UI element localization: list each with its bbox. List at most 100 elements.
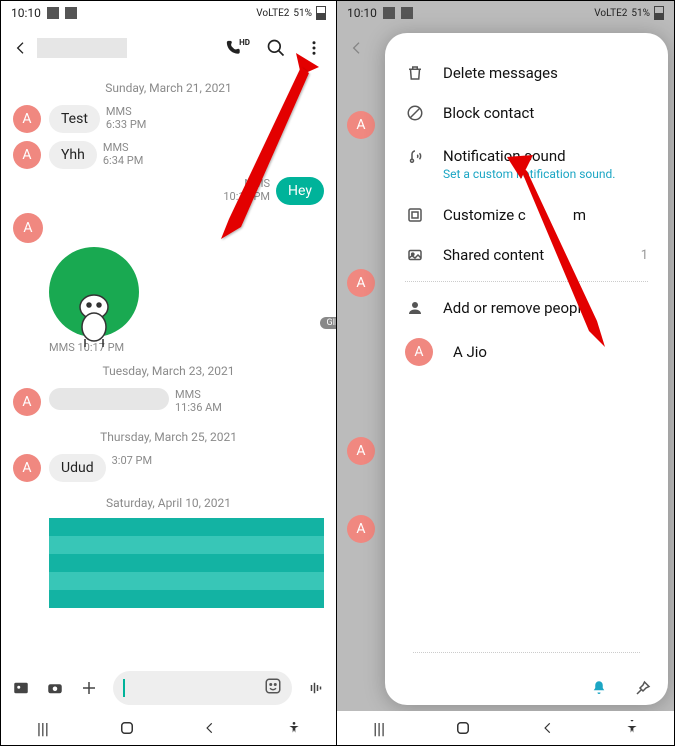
divider xyxy=(413,652,640,653)
message-meta: MMS 11:36 AM xyxy=(175,388,222,414)
customize-icon xyxy=(405,205,425,225)
date-header: Tuesday, March 23, 2021 xyxy=(1,364,336,378)
avatar: A xyxy=(347,437,375,465)
contact-name-redacted xyxy=(37,38,127,58)
status-bar: 10:10 VoLTE2 51% xyxy=(1,1,336,25)
status-icon xyxy=(401,7,413,19)
media-message-redacted[interactable] xyxy=(49,518,324,608)
shared-count: 1 xyxy=(641,248,648,263)
accessibility-button[interactable] xyxy=(621,717,643,739)
menu-label: Notification sound xyxy=(443,147,615,165)
back-button[interactable] xyxy=(9,36,33,60)
pin-button[interactable] xyxy=(632,677,654,699)
message-input[interactable] xyxy=(113,671,292,705)
recents-button[interactable]: ||| xyxy=(368,717,390,739)
message-bubble-redacted[interactable] xyxy=(49,388,169,410)
status-icon xyxy=(383,7,395,19)
status-battery-pct: 51% xyxy=(293,8,312,19)
menu-person-row[interactable]: A A Jio xyxy=(391,328,662,376)
emoji-button[interactable] xyxy=(264,677,282,699)
menu-delete-messages[interactable]: Delete messages xyxy=(391,53,662,93)
add-button[interactable] xyxy=(79,678,99,698)
hd-badge: HD xyxy=(239,38,250,47)
status-network: VoLTE2 xyxy=(594,8,627,19)
date-header: Saturday, April 10, 2021 xyxy=(1,496,336,510)
message-row[interactable]: A Yhh MMS 6:34 PM xyxy=(1,137,336,173)
call-hd-button[interactable]: HD xyxy=(224,34,252,62)
more-menu-button[interactable] xyxy=(300,34,328,62)
status-time: 10:10 xyxy=(347,6,377,20)
menu-label: Block contact xyxy=(443,104,534,122)
battery-icon xyxy=(316,6,326,20)
message-bubble[interactable]: Udud xyxy=(49,454,106,482)
sticker-message[interactable]: GIF xyxy=(49,247,336,337)
bell-button[interactable] xyxy=(588,677,610,699)
message-row[interactable]: A xyxy=(1,209,336,247)
composer xyxy=(1,665,336,711)
home-button[interactable] xyxy=(116,717,138,739)
shared-icon xyxy=(405,245,425,265)
person-icon xyxy=(405,298,425,318)
message-row-outgoing[interactable]: MMS 10:17 PM Hey xyxy=(1,173,336,209)
message-meta: MMS 6:33 PM xyxy=(106,105,146,131)
accessibility-button[interactable] xyxy=(283,717,305,739)
back-button xyxy=(345,36,369,60)
avatar[interactable]: A xyxy=(13,105,41,133)
message-bubble-sent[interactable]: Hey xyxy=(276,177,324,205)
menu-sublabel: Set a custom notification sound. xyxy=(443,167,615,181)
menu-notification-sound[interactable]: Notification sound Set a custom notifica… xyxy=(391,133,662,195)
gif-badge: GIF xyxy=(320,317,336,329)
background-chat: A A A A xyxy=(337,71,385,543)
block-icon xyxy=(405,103,425,123)
recents-button[interactable]: ||| xyxy=(32,717,54,739)
message-meta: 3:07 PM xyxy=(112,454,152,467)
avatar: A xyxy=(347,111,375,139)
status-icon xyxy=(47,7,59,19)
back-nav-button[interactable] xyxy=(537,717,559,739)
message-bubble[interactable]: Test xyxy=(49,105,100,133)
conversation-menu-sheet: Delete messages Block contact Notificati… xyxy=(385,33,668,705)
search-button[interactable] xyxy=(262,34,290,62)
avatar: A xyxy=(347,269,375,297)
back-nav-button[interactable] xyxy=(199,717,221,739)
chat-header: HD xyxy=(1,25,336,71)
system-nav: ||| xyxy=(337,711,674,745)
menu-customize-chat[interactable]: Customize chat room xyxy=(391,195,662,235)
menu-label: Add or remove people xyxy=(443,299,589,317)
status-battery-pct: 51% xyxy=(631,8,650,19)
right-screenshot: 10:10 VoLTE2 51% A A A A xyxy=(337,1,674,745)
menu-label: Customize chat room xyxy=(443,206,586,224)
message-meta: MMS 6:34 PM xyxy=(103,141,143,167)
menu-block-contact[interactable]: Block contact xyxy=(391,93,662,133)
sound-icon xyxy=(405,147,425,167)
avatar[interactable]: A xyxy=(13,454,41,482)
message-row[interactable]: A Udud 3:07 PM xyxy=(1,450,336,486)
menu-label: Shared content xyxy=(443,246,544,264)
message-meta: MMS 10:17 PM xyxy=(223,177,270,203)
gallery-button[interactable] xyxy=(11,678,31,698)
avatar[interactable]: A xyxy=(13,213,43,243)
system-nav: ||| xyxy=(1,711,336,745)
avatar[interactable]: A xyxy=(13,141,41,169)
person-name: A Jio xyxy=(453,343,487,361)
avatar[interactable]: A xyxy=(13,388,41,416)
message-bubble[interactable]: Yhh xyxy=(49,141,97,169)
home-button[interactable] xyxy=(452,717,474,739)
message-row[interactable]: A Test MMS 6:33 PM xyxy=(1,101,336,137)
chat-body: Sunday, March 21, 2021 A Test MMS 6:33 P… xyxy=(1,71,336,665)
sticker-image xyxy=(49,247,139,337)
camera-button[interactable] xyxy=(45,678,65,698)
person-avatar: A xyxy=(405,338,433,366)
date-header: Thursday, March 25, 2021 xyxy=(1,430,336,444)
voice-button[interactable] xyxy=(306,678,326,698)
message-row[interactable]: A MMS 11:36 AM xyxy=(1,384,336,420)
battery-icon xyxy=(654,6,664,20)
status-icon xyxy=(65,7,77,19)
status-time: 10:10 xyxy=(11,6,41,20)
menu-add-remove-people[interactable]: Add or remove people xyxy=(391,288,662,328)
menu-label: Delete messages xyxy=(443,64,558,82)
left-screenshot: 10:10 VoLTE2 51% HD xyxy=(1,1,337,745)
menu-shared-content[interactable]: Shared content 1 xyxy=(391,235,662,275)
avatar: A xyxy=(347,515,375,543)
status-bar: 10:10 VoLTE2 51% xyxy=(337,1,674,25)
